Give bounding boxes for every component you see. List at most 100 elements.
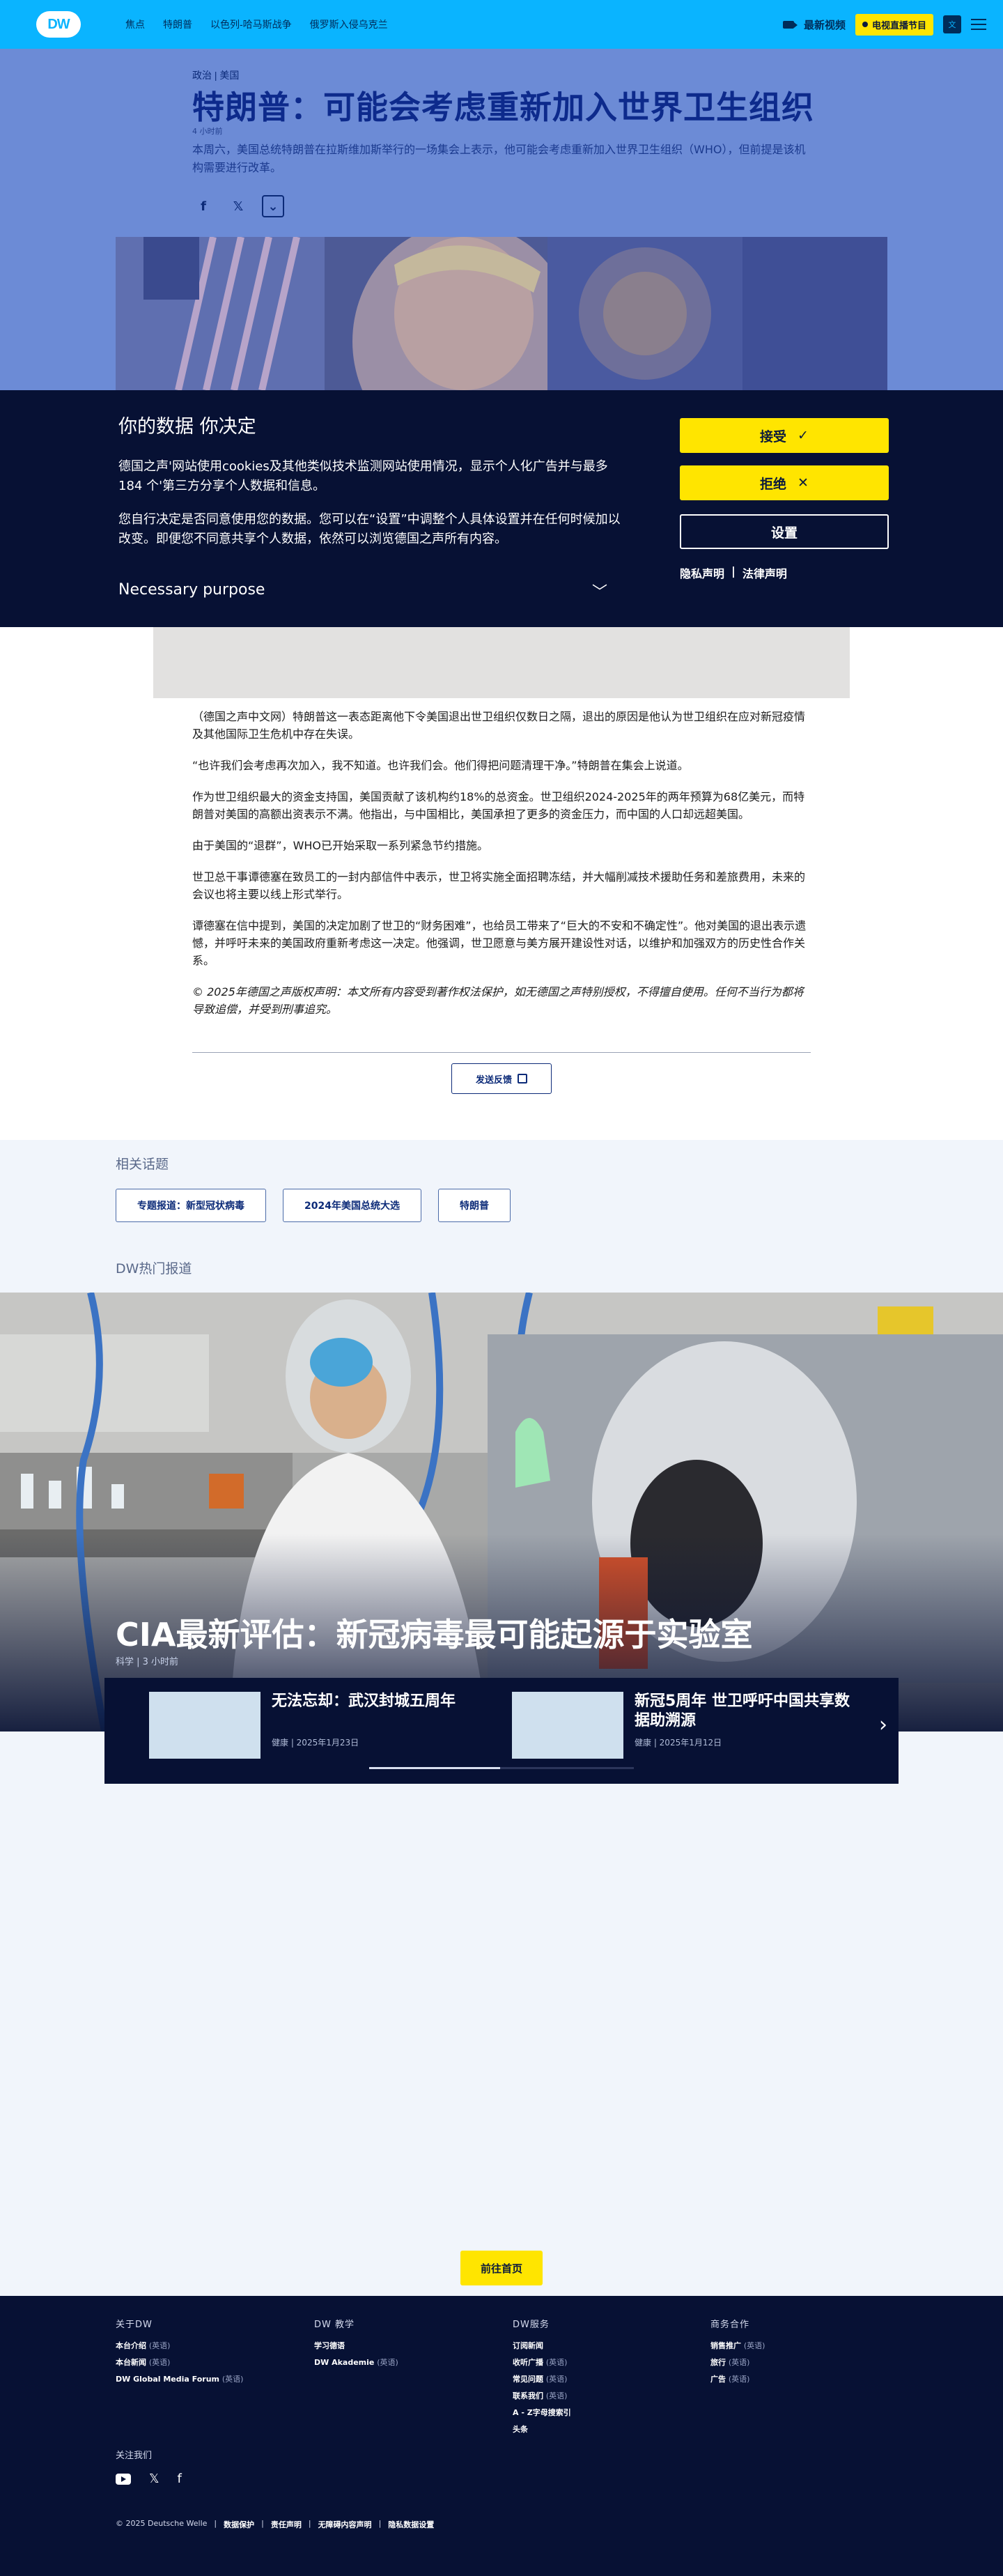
- footer-col-title: 关于DW: [116, 2320, 153, 2330]
- footer-link[interactable]: 广告 (英语): [710, 2373, 892, 2384]
- send-feedback-button[interactable]: 发送反馈: [451, 1063, 552, 1094]
- share-more-icon[interactable]: ⌄: [262, 195, 284, 217]
- x-icon[interactable]: 𝕏: [149, 2471, 160, 2486]
- teaser-card[interactable]: 新冠5周年 世卫呼吁中国共享数据助溯源 健康 | 2025年1月12日: [512, 1692, 860, 1759]
- latest-video-link[interactable]: 最新视频: [804, 17, 846, 32]
- follow-us-label: 关注我们: [116, 2451, 153, 2461]
- footer-link[interactable]: 常见问题 (英语): [513, 2373, 694, 2384]
- related-topics-title: 相关话题: [116, 1157, 169, 1172]
- cookie-text-2: 您自行决定是否同意使用您的数据。您可以在“设置”中调整个人具体设置并在任何时候加…: [118, 512, 621, 546]
- article-body: （德国之声中文网）特朗普这一表态距离他下令美国退出世卫组织仅数日之隔，退出的原因…: [192, 708, 811, 1032]
- paragraph: 作为世卫组织最大的资金支持国，美国贡献了该机构约18%的总资金。世卫组织2024…: [192, 790, 805, 821]
- footer-col-title: 商务合作: [710, 2320, 750, 2330]
- copy-icon: [518, 1074, 527, 1083]
- article-header: 政治 | 美国 特朗普：可能会考虑重新加入世界卫生组织 4 小时前 本周六，美国…: [0, 49, 1003, 390]
- go-to-homepage-button[interactable]: 前往首页: [460, 2251, 543, 2285]
- chevron-down-icon[interactable]: ﹀: [592, 580, 607, 602]
- nav-trump[interactable]: 特朗普: [163, 17, 192, 31]
- topic-chip[interactable]: 特朗普: [437, 1189, 511, 1222]
- footer-col-business: 商务合作 销售推广 (英语) 旅行 (英语) 广告 (英语): [710, 2317, 892, 2390]
- footer-col-title: DW服务: [513, 2320, 550, 2330]
- cookie-text-1: 德国之声'网站使用cookies及其他类似技术监测网站使用情况，显示个人化广告并…: [118, 459, 608, 493]
- footer-col-title: DW 教学: [314, 2320, 355, 2330]
- footer-col-services: DW服务 订阅新闻 收听广播 (英语) 常见问题 (英语) 联系我们 (英语) …: [513, 2317, 694, 2440]
- footer-link[interactable]: DW Global Media Forum (英语): [116, 2373, 297, 2384]
- article-lead: 本周六，美国总统特朗普在拉斯维加斯举行的一场集会上表示，他可能会考虑重新加入世界…: [192, 143, 806, 174]
- settings-button[interactable]: 设置: [680, 514, 889, 549]
- image-caption-box: [153, 627, 850, 698]
- footer-col-learning: DW 教学 学习德语 DW Akademie (英语): [314, 2317, 495, 2373]
- article-kicker[interactable]: 政治 | 美国: [192, 68, 239, 82]
- top-header: DW 焦点 特朗普 以色列-哈马斯战争 俄罗斯入侵乌克兰 最新视频 电视直播节目…: [0, 0, 1003, 49]
- topic-chip[interactable]: 专题报道：新型冠状病毒: [116, 1189, 266, 1222]
- footer-link[interactable]: 联系我们 (英语): [513, 2390, 694, 2401]
- legal-link[interactable]: 法律声明: [742, 564, 787, 581]
- paragraph: “也许我们会考虑再次加入，我不知道。也许我们会。他们得把问题清理干净。”特朗普在…: [192, 759, 689, 772]
- live-tv-button[interactable]: 电视直播节目: [855, 13, 933, 36]
- copyright-notice: © 2025年德国之声版权声明：本文所有内容受到著作权法保护，如无德国之声特别授…: [192, 985, 804, 1016]
- hot-story-meta: 科学 | 3 小时前: [116, 1657, 179, 1667]
- teaser-carousel: 无法忘却：武汉封城五周年 健康 | 2025年1月23日 新冠5周年 世卫呼吁中…: [104, 1678, 899, 1784]
- hamburger-menu-icon[interactable]: [971, 19, 986, 30]
- footer-legal: © 2025 Deutsche Welle | 数据保护 | 责任声明 | 无障…: [116, 2519, 435, 2530]
- disclaimer-link[interactable]: 责任声明: [271, 2519, 302, 2530]
- cookie-consent-banner: 你的数据 你决定 德国之声'网站使用cookies及其他类似技术监测网站使用情况…: [0, 390, 1003, 627]
- share-bar: f 𝕏 ⌄: [192, 195, 284, 217]
- social-links: 𝕏 f: [116, 2471, 182, 2486]
- footer-link[interactable]: 学习德语: [314, 2340, 495, 2351]
- paragraph: 谭德塞在信中提到，美国的决定加剧了世卫的“财务困难”，也给员工带来了“巨大的不安…: [192, 919, 807, 967]
- teaser-thumbnail: [512, 1692, 623, 1759]
- teaser-meta: 健康 | 2025年1月12日: [635, 1738, 722, 1748]
- paragraph: 世卫总干事谭德塞在致员工的一封内部信件中表示，世卫将实施全面招聘冻结，并大幅削减…: [192, 870, 806, 901]
- teaser-meta: 健康 | 2025年1月23日: [272, 1738, 359, 1748]
- footer-link[interactable]: 本台新闻 (英语): [116, 2357, 297, 2368]
- carousel-progress: [369, 1767, 634, 1769]
- footer-col-about: 关于DW 本台介绍 (英语) 本台新闻 (英语) DW Global Media…: [116, 2317, 297, 2390]
- article-title: 特朗普：可能会考虑重新加入世界卫生组织: [192, 88, 814, 126]
- reject-button[interactable]: 拒绝 ✕: [680, 465, 889, 500]
- accessibility-link[interactable]: 无障碍内容声明: [318, 2519, 372, 2530]
- topic-chip[interactable]: 2024年美国总统大选: [283, 1189, 421, 1222]
- accept-label: 接受: [760, 429, 787, 445]
- privacy-link[interactable]: 隐私声明: [680, 564, 724, 581]
- chevron-right-icon[interactable]: ›: [879, 1713, 887, 1737]
- header-actions: 最新视频 电视直播节目 文: [782, 0, 986, 49]
- x-icon[interactable]: 𝕏: [227, 195, 249, 217]
- accept-button[interactable]: 接受 ✓: [680, 418, 889, 453]
- footer-link[interactable]: A - Z字母搜索引: [513, 2407, 694, 2418]
- nav-russia-ukraine[interactable]: 俄罗斯入侵乌克兰: [310, 17, 388, 31]
- footer-link[interactable]: 旅行 (英语): [710, 2357, 892, 2368]
- privacy-settings-link[interactable]: 隐私数据设置: [388, 2519, 434, 2530]
- related-topics: 专题报道：新型冠状病毒 2024年美国总统大选 特朗普: [116, 1189, 511, 1222]
- language-icon[interactable]: 文: [943, 15, 961, 33]
- teaser-title: 新冠5周年 世卫呼吁中国共享数据助溯源: [635, 1692, 850, 1729]
- footer-link[interactable]: DW Akademie (英语): [314, 2357, 495, 2368]
- main-nav: 焦点 特朗普 以色列-哈马斯战争 俄罗斯入侵乌克兰: [125, 0, 388, 49]
- video-camera-icon: [782, 20, 798, 29]
- teaser-title: 无法忘却：武汉封城五周年: [272, 1692, 456, 1710]
- facebook-icon[interactable]: f: [192, 195, 215, 217]
- reject-label: 拒绝: [760, 476, 787, 492]
- footer-link[interactable]: 销售推广 (英语): [710, 2340, 892, 2351]
- footer-link[interactable]: 收听广播 (英语): [513, 2357, 694, 2368]
- nav-focus[interactable]: 焦点: [125, 17, 145, 31]
- check-icon: ✓: [798, 428, 809, 443]
- hot-story-headline[interactable]: CIA最新评估：新冠病毒最可能起源于实验室: [116, 1610, 752, 1656]
- footer-link[interactable]: 本台介绍 (英语): [116, 2340, 297, 2351]
- youtube-icon[interactable]: [116, 2473, 131, 2485]
- cookie-title: 你的数据 你决定: [118, 416, 256, 438]
- feedback-label: 发送反馈: [475, 1074, 512, 1086]
- paragraph: （德国之声中文网）特朗普这一表态距离他下令美国退出世卫组织仅数日之隔，退出的原因…: [192, 710, 806, 741]
- dw-logo[interactable]: DW: [36, 11, 81, 38]
- data-protection-link[interactable]: 数据保护: [224, 2519, 254, 2530]
- footer-link[interactable]: 订阅新闻: [513, 2340, 694, 2351]
- footer-copyright: © 2025 Deutsche Welle: [116, 2519, 208, 2528]
- facebook-icon[interactable]: f: [178, 2471, 182, 2486]
- necessary-purpose-toggle[interactable]: Necessary purpose: [118, 581, 265, 599]
- teaser-card[interactable]: 无法忘却：武汉封城五周年 健康 | 2025年1月23日: [149, 1692, 497, 1759]
- live-tv-label: 电视直播节目: [871, 20, 926, 31]
- footer-link[interactable]: 头条: [513, 2423, 694, 2435]
- teaser-thumbnail: [149, 1692, 261, 1759]
- nav-israel-hamas[interactable]: 以色列-哈马斯战争: [210, 17, 292, 31]
- article-time: 4 小时前: [192, 127, 223, 136]
